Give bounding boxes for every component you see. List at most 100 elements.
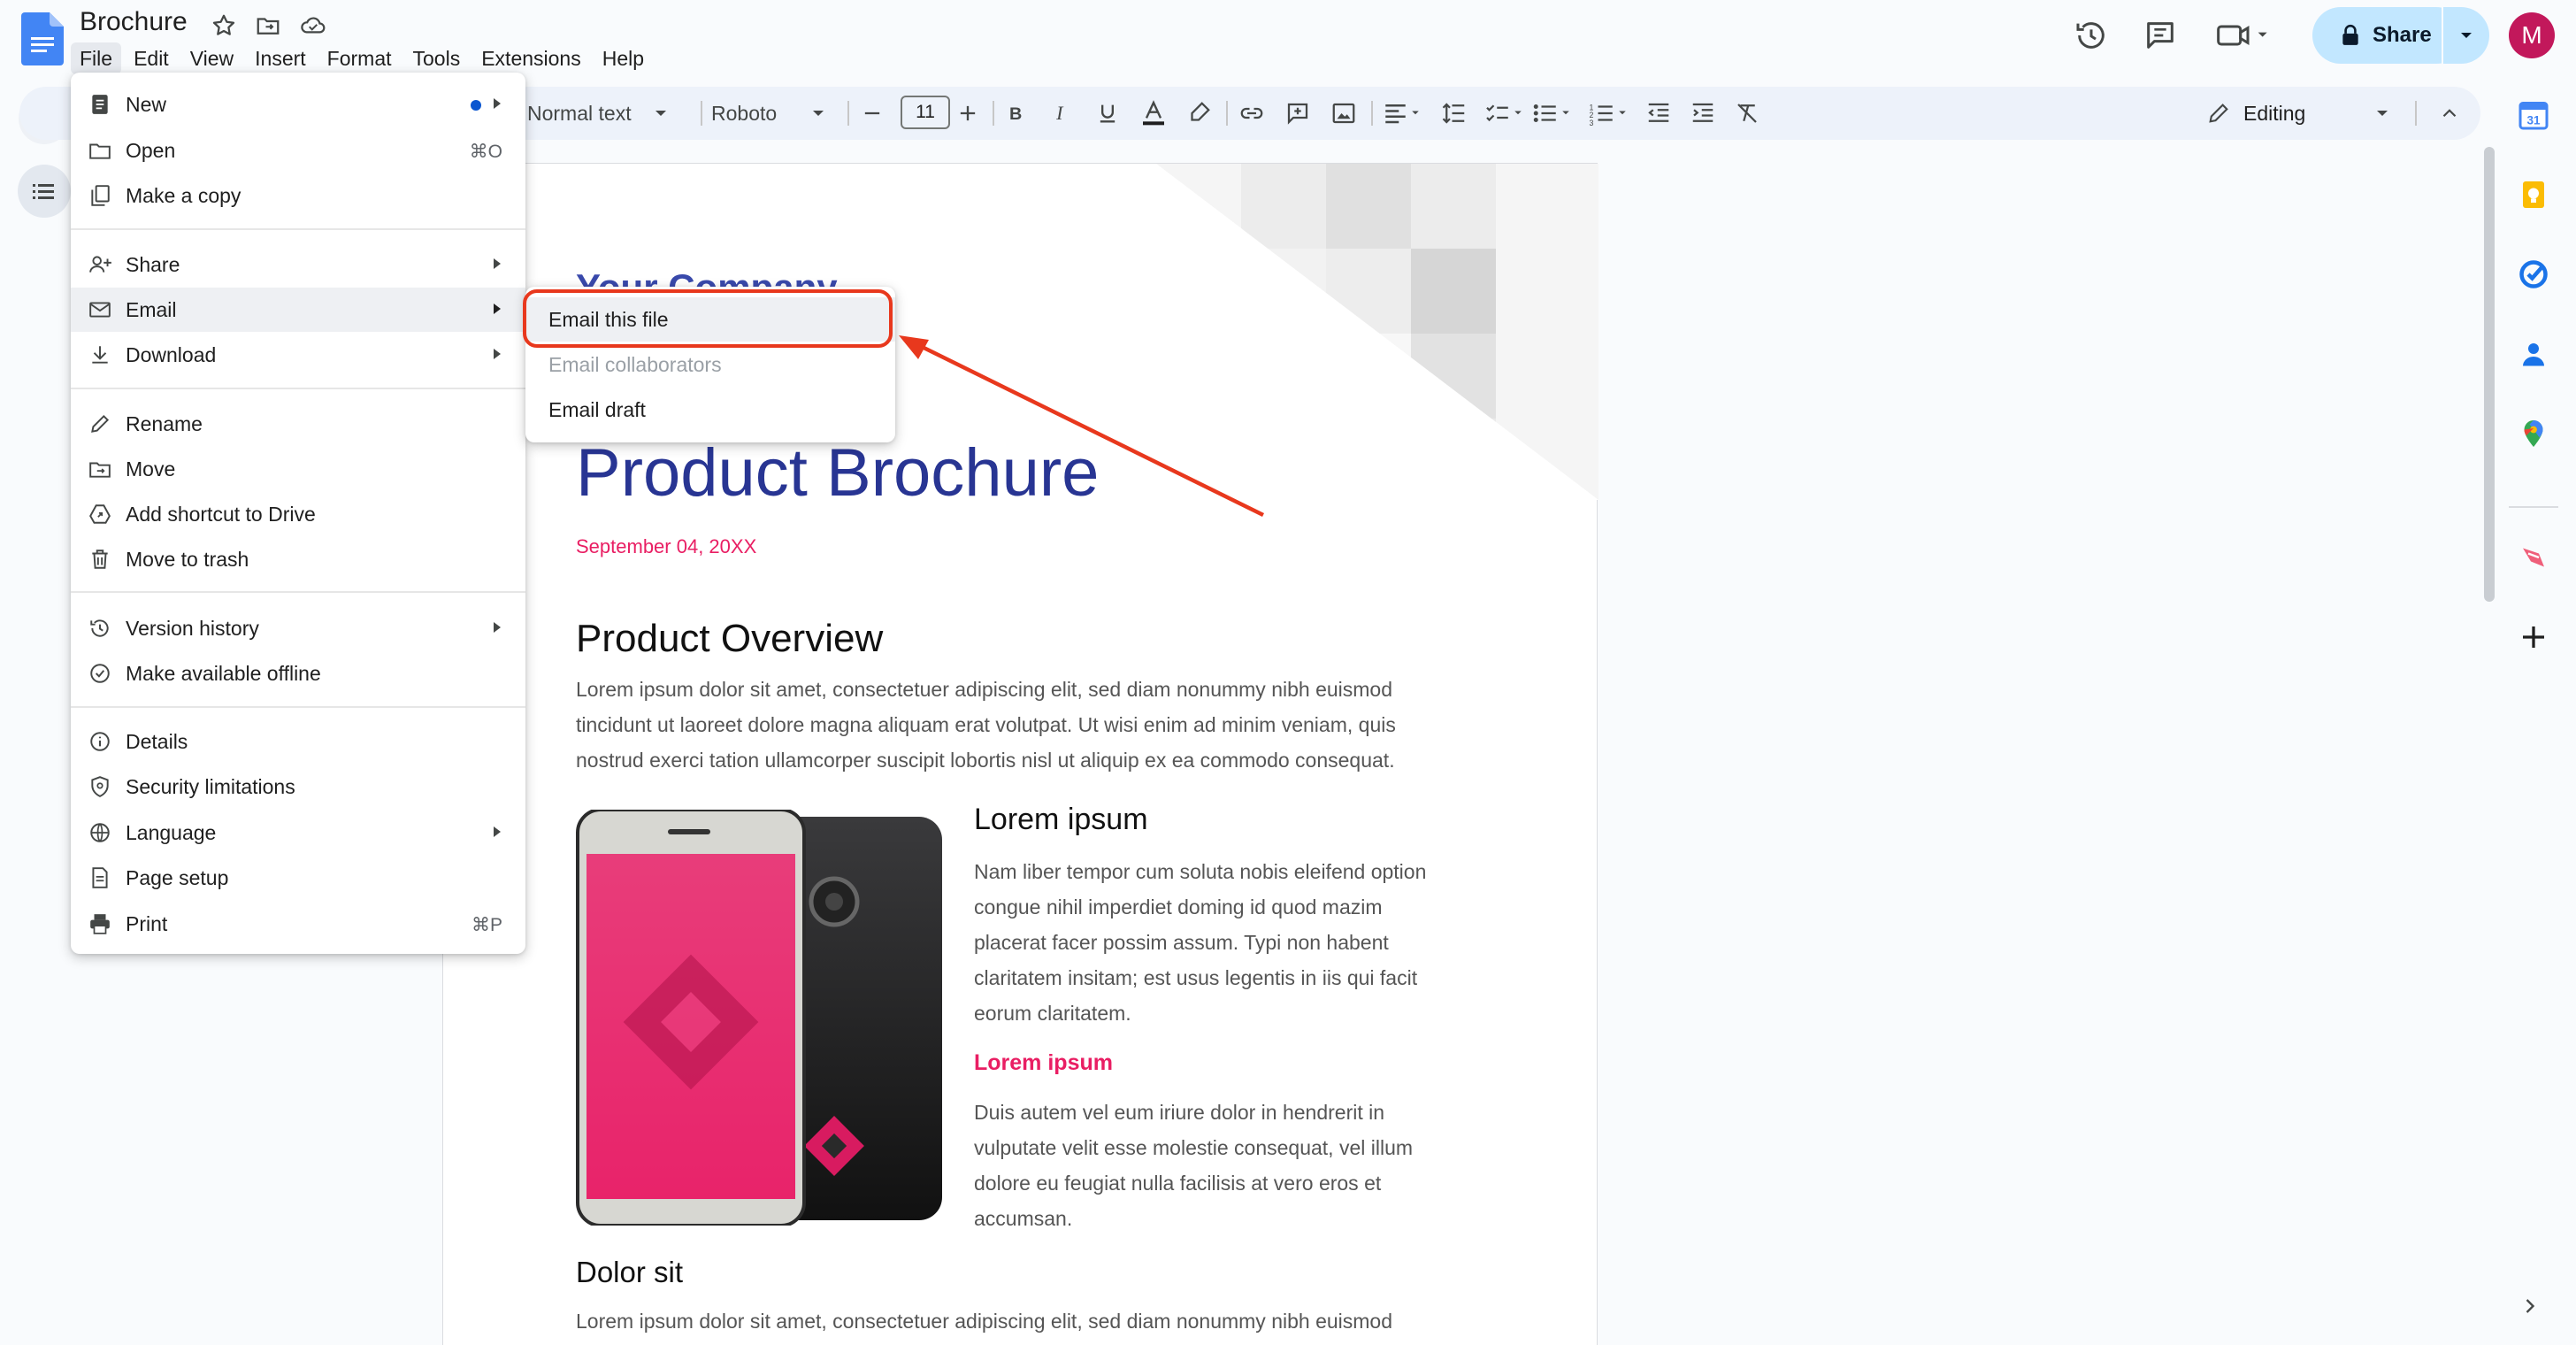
- menu-edit[interactable]: Edit: [125, 42, 178, 74]
- docs-logo-icon[interactable]: [21, 12, 64, 65]
- collapse-menus-icon[interactable]: [2438, 96, 2461, 131]
- file-menu-shortcut-label: Add shortcut to Drive: [126, 503, 316, 526]
- file-menu-make-a-copy[interactable]: Make a copy: [71, 173, 525, 218]
- file-menu-open[interactable]: Open ⌘O: [71, 128, 525, 173]
- overview-paragraph: Lorem ipsum dolor sit amet, consectetuer…: [576, 672, 1396, 778]
- star-icon[interactable]: [211, 12, 237, 39]
- maps-icon[interactable]: [2518, 418, 2549, 450]
- menu-extensions[interactable]: Extensions: [472, 42, 590, 74]
- menu-separator: [71, 591, 525, 593]
- file-menu-version-history[interactable]: Version history: [71, 606, 525, 650]
- text-color-icon[interactable]: [1139, 96, 1168, 131]
- underline-icon[interactable]: [1095, 96, 1120, 131]
- share-options-button[interactable]: [2443, 7, 2489, 64]
- svg-text:3: 3: [1590, 119, 1594, 127]
- share-label: Share: [2373, 23, 2432, 47]
- insert-link-icon[interactable]: [1238, 96, 1265, 131]
- insert-image-icon[interactable]: [1330, 96, 1357, 131]
- file-menu-security[interactable]: Security limitations: [71, 765, 525, 809]
- decrease-font-size-icon[interactable]: [860, 96, 885, 131]
- bulleted-list-icon[interactable]: [1530, 96, 1575, 131]
- offline-icon: [88, 662, 111, 685]
- version-history-icon[interactable]: [2074, 18, 2109, 53]
- line-spacing-icon[interactable]: [1440, 96, 1468, 131]
- file-menu-new[interactable]: New: [71, 82, 525, 127]
- history-icon: [88, 617, 111, 640]
- menu-insert[interactable]: Insert: [246, 42, 315, 74]
- font-size-input[interactable]: 11: [901, 96, 950, 129]
- move-folder-icon: [88, 457, 111, 480]
- font-family-select[interactable]: Roboto: [711, 96, 824, 131]
- column-paragraph: Duis autem vel eum iriure dolor in hendr…: [974, 1095, 1413, 1236]
- add-comment-icon[interactable]: [1284, 96, 1311, 131]
- paragraph-line: Lorem ipsum dolor sit amet, consectetuer…: [576, 1310, 1392, 1333]
- file-menu-add-shortcut[interactable]: Add shortcut to Drive: [71, 492, 525, 536]
- file-menu-move[interactable]: Move: [71, 447, 525, 491]
- submenu-arrow-icon: [492, 302, 502, 316]
- vertical-scrollbar[interactable]: [2484, 147, 2495, 602]
- contacts-icon[interactable]: [2518, 338, 2549, 370]
- toolbar-divider: [701, 101, 702, 126]
- file-menu-language[interactable]: Language: [71, 811, 525, 855]
- email-draft-item[interactable]: Email draft: [525, 388, 895, 432]
- menu-format[interactable]: Format: [318, 42, 401, 74]
- increase-indent-icon[interactable]: [1690, 96, 1716, 131]
- file-menu-move-to-trash[interactable]: Move to trash: [71, 537, 525, 581]
- file-menu-version-label: Version history: [126, 617, 259, 640]
- menu-view[interactable]: View: [181, 42, 242, 74]
- paragraph-line: congue nihil imperdiet doming id quod ma…: [974, 895, 1383, 918]
- file-menu-copy-label: Make a copy: [126, 184, 242, 207]
- highlight-color-icon[interactable]: [1185, 96, 1212, 131]
- decrease-indent-icon[interactable]: [1645, 96, 1672, 131]
- file-menu-rename[interactable]: Rename: [71, 402, 525, 446]
- paragraph-line: Lorem ipsum dolor sit amet, consectetuer…: [576, 678, 1392, 701]
- annotation-arrow: [899, 335, 1264, 518]
- move-to-folder-icon[interactable]: [255, 12, 281, 39]
- add-addon-icon[interactable]: [2518, 621, 2549, 653]
- keep-icon[interactable]: [2518, 179, 2549, 211]
- phone-illustration: [576, 810, 942, 1226]
- cloud-saved-icon[interactable]: [299, 12, 327, 39]
- paragraph-style-select[interactable]: Normal text: [527, 96, 667, 131]
- file-menu-new-label: New: [126, 93, 167, 116]
- numbered-list-icon[interactable]: 123: [1587, 96, 1631, 131]
- file-menu-details[interactable]: Details: [71, 719, 525, 764]
- editing-mode-select[interactable]: Editing: [2206, 96, 2388, 131]
- account-avatar[interactable]: M: [2509, 12, 2555, 58]
- tasks-icon[interactable]: [2518, 258, 2549, 290]
- file-menu-print[interactable]: Print ⌘P: [71, 902, 525, 946]
- document-title[interactable]: Brochure: [80, 7, 188, 37]
- toolbar-divider: [1226, 101, 1228, 126]
- file-menu-page-setup[interactable]: Page setup: [71, 856, 525, 900]
- menu-file[interactable]: File: [71, 42, 122, 74]
- italic-icon[interactable]: I: [1049, 96, 1074, 131]
- checklist-icon[interactable]: [1484, 96, 1525, 131]
- toolbar-divider: [2415, 101, 2417, 126]
- increase-font-size-icon[interactable]: [955, 96, 980, 131]
- meet-video-icon[interactable]: [2215, 18, 2272, 53]
- file-menu-share[interactable]: Share: [71, 242, 525, 287]
- file-menu: New Open ⌘O Make a copy Share Email Down…: [71, 73, 525, 954]
- svg-text:I: I: [1055, 102, 1064, 124]
- editing-mode-value: Editing: [2243, 101, 2306, 125]
- align-left-icon[interactable]: [1382, 96, 1422, 131]
- expand-side-panel-icon[interactable]: [2518, 1294, 2542, 1318]
- svg-text:31: 31: [2527, 114, 2542, 127]
- file-menu-email[interactable]: Email: [71, 288, 525, 332]
- menu-separator: [71, 228, 525, 230]
- bold-icon[interactable]: B: [1003, 96, 1028, 131]
- file-menu-rename-label: Rename: [126, 412, 203, 435]
- menu-help[interactable]: Help: [594, 42, 653, 74]
- paragraph-line: Nam liber tempor cum soluta nobis eleife…: [974, 860, 1427, 883]
- lock-icon: [2341, 24, 2360, 47]
- clear-formatting-icon[interactable]: [1734, 96, 1760, 131]
- extension-addon-icon[interactable]: [2518, 542, 2549, 573]
- comments-icon[interactable]: [2143, 18, 2178, 53]
- menu-separator: [71, 388, 525, 389]
- side-panel-divider: [2509, 506, 2558, 508]
- menu-tools[interactable]: Tools: [404, 42, 470, 74]
- calendar-icon[interactable]: 31: [2518, 99, 2549, 131]
- file-menu-offline[interactable]: Make available offline: [71, 651, 525, 696]
- file-menu-download[interactable]: Download: [71, 333, 525, 377]
- shortcut-hint: ⌘P: [471, 915, 502, 935]
